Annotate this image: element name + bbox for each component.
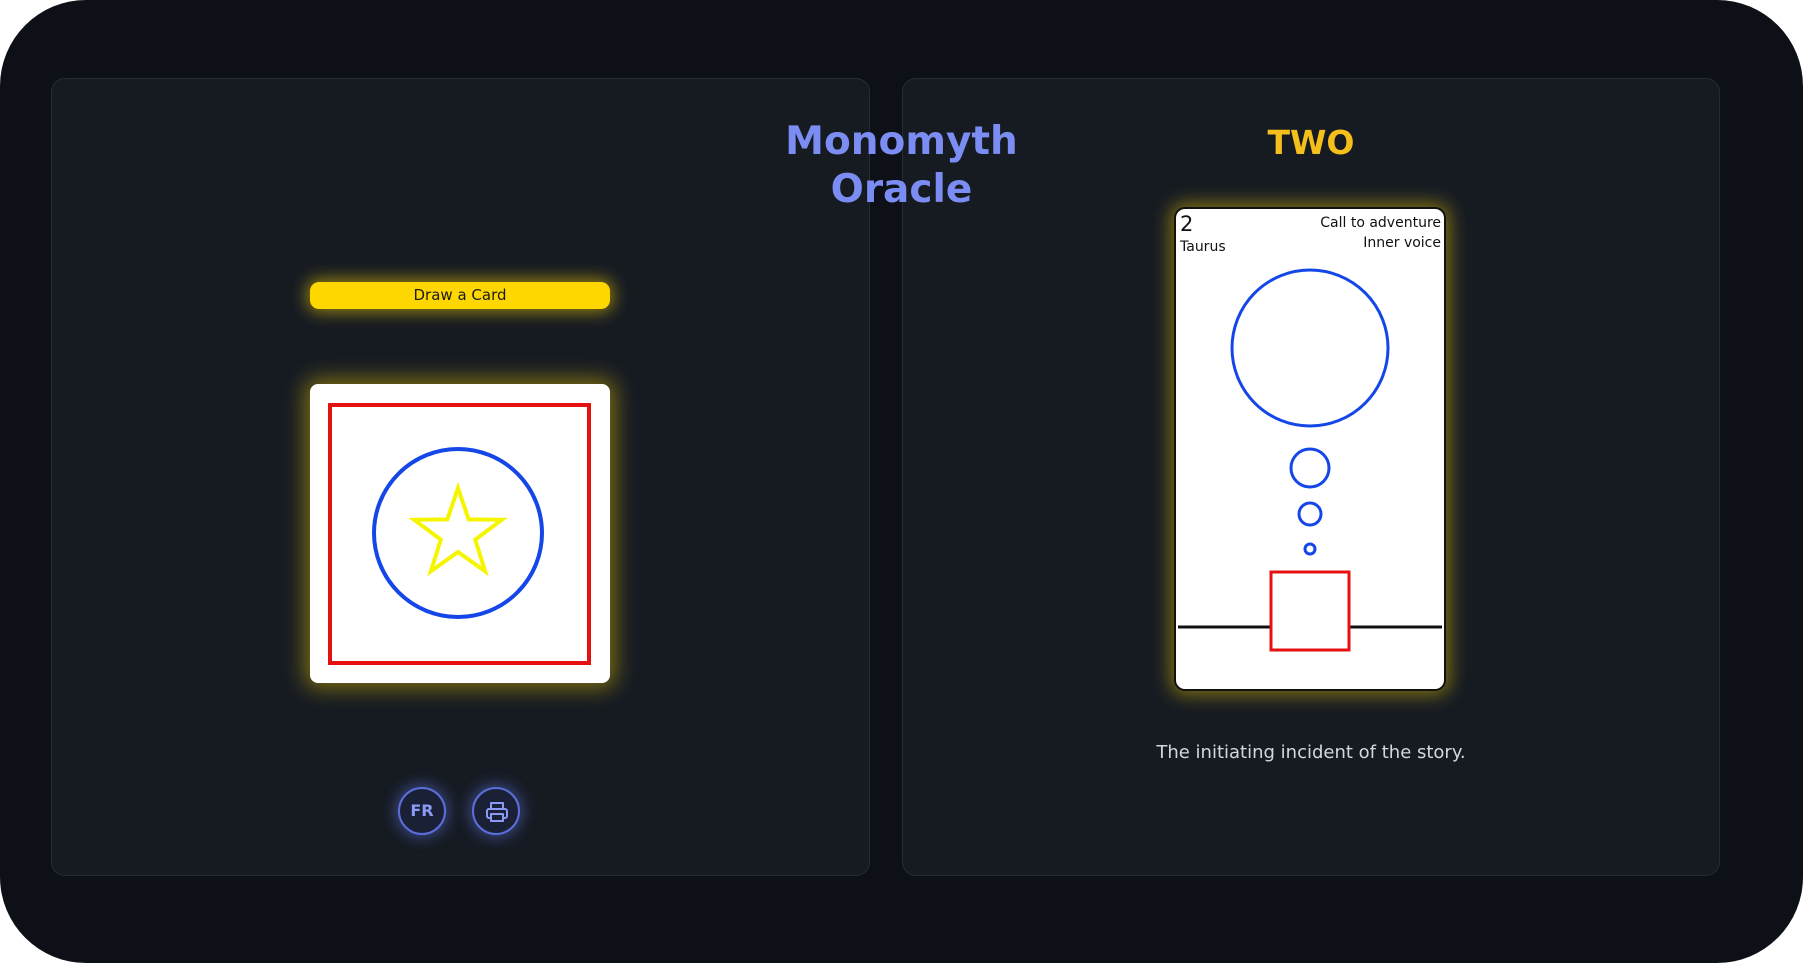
card-number: 2: [1180, 212, 1194, 236]
app-window: Monomyth Oracle Draw a Card FR TWO 2 Tau…: [0, 0, 1803, 963]
language-toggle-button[interactable]: FR: [398, 787, 446, 835]
print-button[interactable]: [472, 787, 520, 835]
card-art-red-square: [1269, 570, 1351, 652]
draw-card-button[interactable]: Draw a Card: [310, 282, 610, 309]
card-art-small-circle: [1297, 501, 1323, 527]
card-back-blue-circle: [372, 447, 544, 619]
card-art-large-circle: [1230, 268, 1390, 428]
card-deck[interactable]: [310, 384, 610, 683]
app-title-line-2: Oracle: [830, 167, 973, 212]
drawn-card: 2 Taurus Call to adventure Inner voice: [1174, 207, 1446, 691]
drawn-card-title: TWO: [1267, 123, 1355, 162]
card-back-red-square: [328, 403, 591, 665]
drawn-card-art: [1178, 268, 1442, 652]
card-description: The initiating incident of the story.: [1156, 742, 1466, 763]
card-back-art: [328, 403, 591, 665]
printer-icon: [486, 802, 508, 822]
card-aspect: Inner voice: [1363, 235, 1441, 251]
star-icon: [408, 481, 508, 577]
card-journey-stage: Call to adventure: [1320, 215, 1441, 231]
card-art-medium-circle: [1289, 447, 1331, 489]
card-art-tiny-circle: [1303, 542, 1317, 556]
card-zodiac-sign: Taurus: [1180, 239, 1226, 255]
